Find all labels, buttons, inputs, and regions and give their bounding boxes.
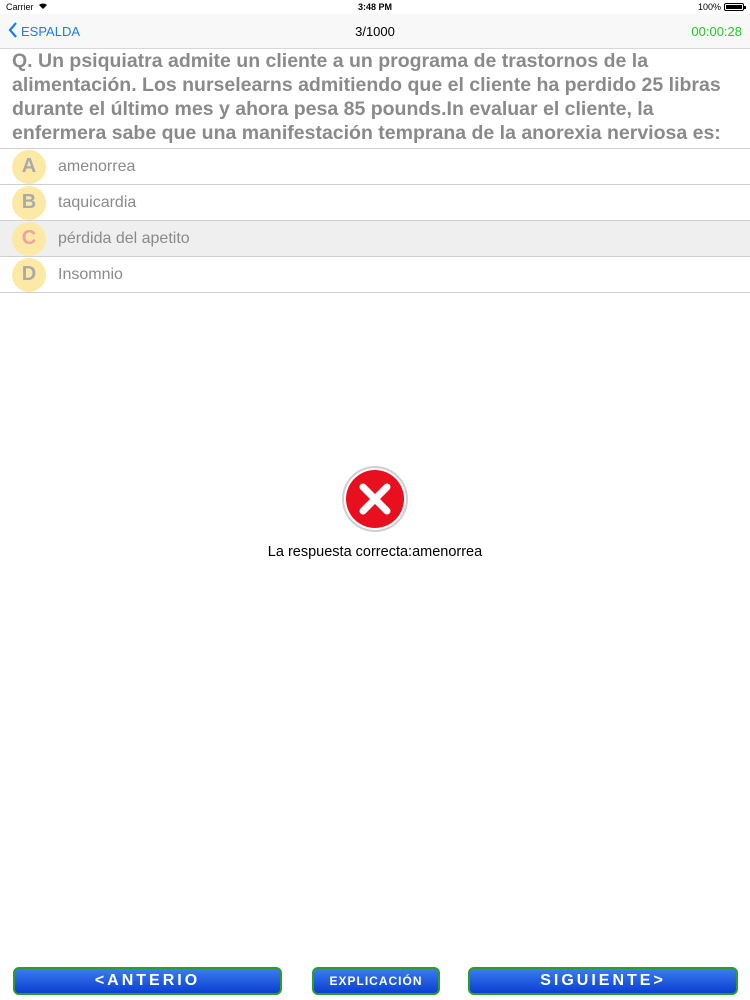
option-letter: B	[12, 185, 46, 220]
option-letter: A	[12, 149, 46, 184]
option-letter: D	[12, 257, 46, 292]
option-c[interactable]: C pérdida del apetito	[0, 221, 750, 257]
battery-icon	[724, 3, 746, 11]
next-button[interactable]: SIGUIENTE>	[468, 967, 738, 995]
red-x-icon	[341, 465, 409, 533]
option-letter: C	[12, 221, 46, 256]
status-right: 100%	[697, 2, 746, 12]
status-bar: Carrier 3:48 PM 100%	[0, 0, 750, 14]
option-b[interactable]: B taquicardia	[0, 185, 750, 221]
option-text: Insomnio	[58, 265, 123, 283]
option-d[interactable]: D Insomnio	[0, 257, 750, 293]
question-text: Q. Un psiquiatra admite un cliente a un …	[12, 50, 721, 144]
previous-button[interactable]: <ANTERIO	[13, 967, 282, 995]
options-list: A amenorrea B taquicardia C pérdida del …	[0, 148, 750, 293]
explanation-button[interactable]: EXPLICACIÓN	[312, 967, 440, 995]
option-text: pérdida del apetito	[58, 229, 190, 247]
status-time: 3:48 PM	[357, 2, 392, 12]
question-progress: 3/1000	[355, 24, 395, 39]
correct-answer-text: La respuesta correcta:amenorrea	[267, 544, 483, 560]
option-text: taquicardia	[58, 193, 137, 211]
timer: 00:00:28	[691, 24, 742, 39]
option-a[interactable]: A amenorrea	[0, 149, 750, 185]
battery-percent: 100%	[697, 2, 721, 12]
nav-bar: ESPALDA 3/1000 00:00:28	[0, 14, 750, 49]
option-text: amenorrea	[58, 157, 136, 175]
